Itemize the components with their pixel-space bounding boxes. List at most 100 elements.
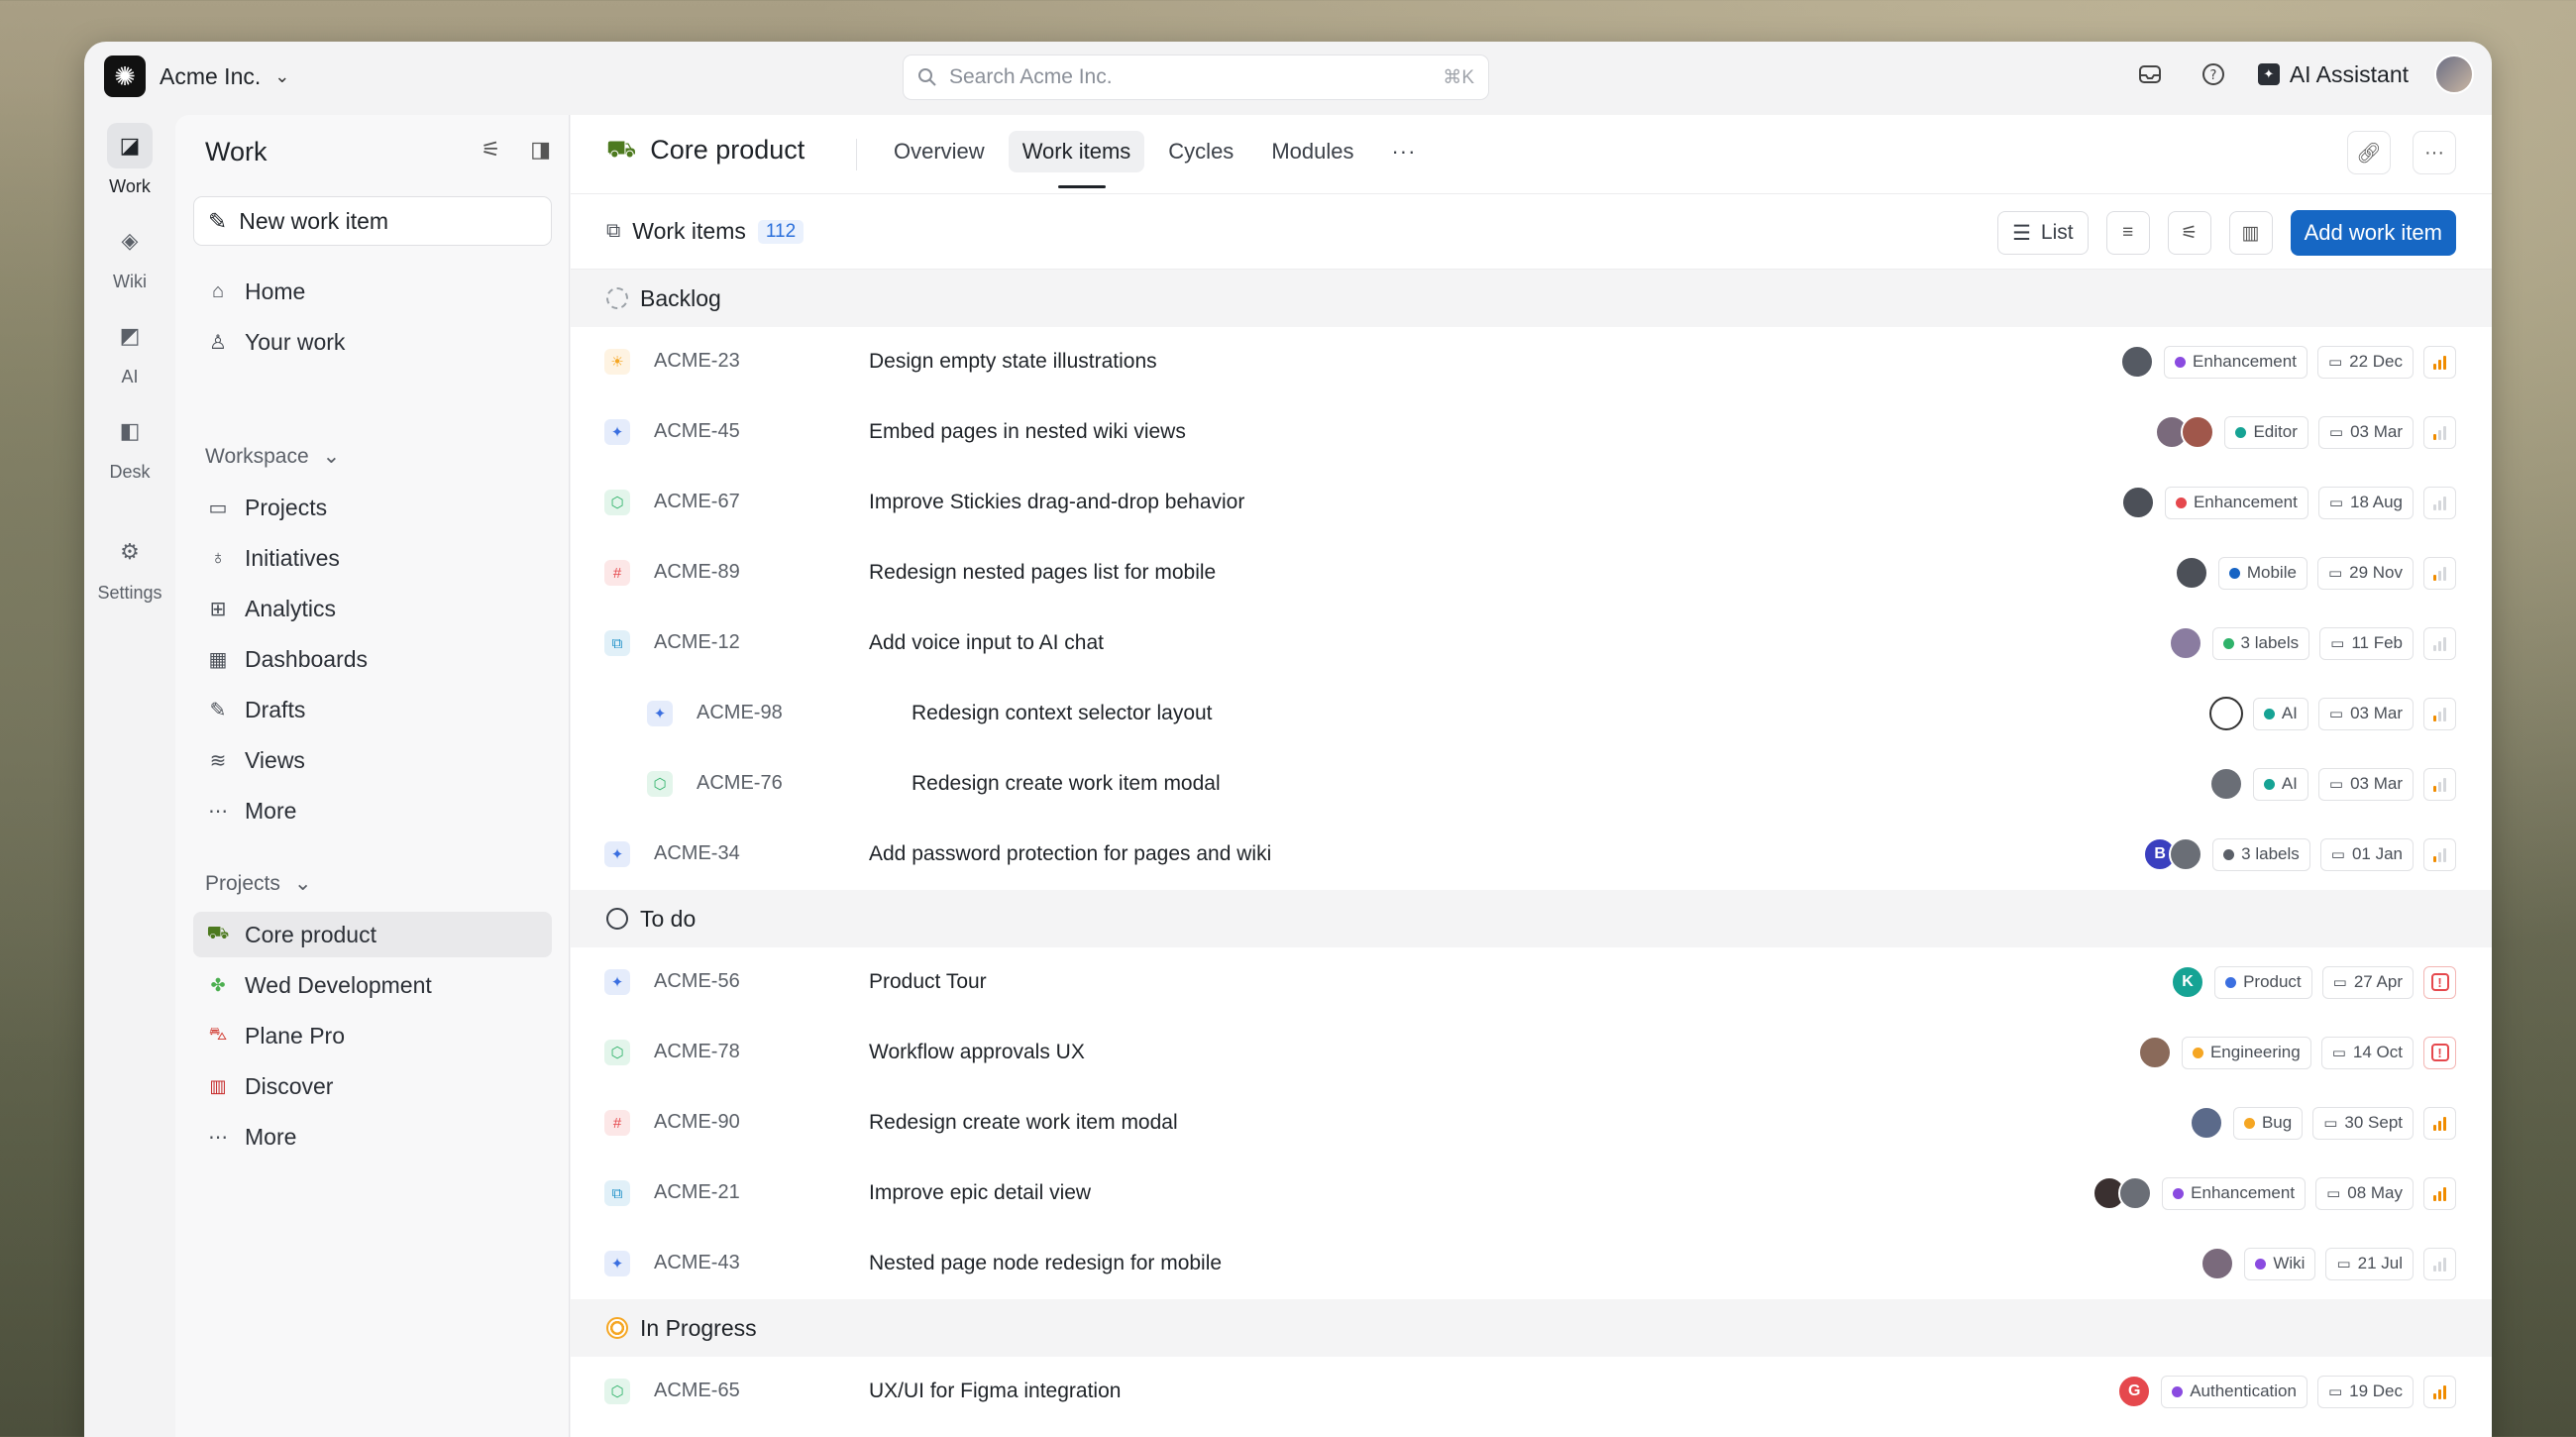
workspace-switcher[interactable]: ✺ Acme Inc. ⌄ [104,55,289,97]
work-item-title[interactable]: Embed pages in nested wiki views [869,420,1186,444]
analytics-icon[interactable]: ▥ [2228,211,2273,255]
group-header[interactable]: Backlog [571,270,2492,327]
work-item-row[interactable]: ⬡ ACME-65 UX/UI for Figma integration G Auth… [571,1357,2492,1427]
sidebar-project-core-product[interactable]: ⛟ Core product [193,912,552,957]
due-date-badge[interactable]: ▭ 21 Jul [2325,1247,2414,1280]
work-item-title[interactable]: Redesign nested pages list for mobile [869,561,1216,585]
priority-low-icon[interactable] [2423,556,2456,590]
sidebar-item-projects[interactable]: ▭ Projects [193,485,552,530]
rail-item-settings[interactable]: ⚙ Settings [84,529,175,604]
priority-low-icon[interactable] [2423,415,2456,449]
priority-low-icon[interactable] [2423,837,2456,871]
assignee-avatars[interactable]: K [2171,965,2205,999]
sidebar-project-plane-pro[interactable]: ⛍ Plane Pro [193,1013,552,1058]
due-date-badge[interactable]: ▭ 27 Apr [2321,965,2414,999]
assignee-avatars[interactable] [2137,1036,2172,1069]
display-options-icon[interactable]: ⚟ [2167,211,2211,255]
priority-high-icon[interactable] [2423,1176,2456,1210]
priority-none-icon[interactable] [2423,486,2456,519]
link-icon[interactable]: 🔗︎ [2347,131,2391,174]
work-item-row[interactable]: ⧉ ACME-12 Add voice input to AI chat 3 labe… [571,608,2492,679]
sidebar-toggle-icon[interactable]: ◨ [530,137,551,163]
priority-high-icon[interactable] [2423,1375,2456,1408]
more-options-icon[interactable]: ··· [2413,131,2456,174]
sidebar-item-dashboards[interactable]: ▦ Dashboards [193,636,552,682]
priority-high-icon[interactable] [2423,345,2456,379]
tab-cycles[interactable]: Cycles [1154,131,1247,172]
due-date-badge[interactable]: ▭ 19 Dec [2316,1375,2414,1408]
sidebar-item-views[interactable]: ≋ Views [193,737,552,783]
work-item-title[interactable]: Redesign context selector layout [912,702,1213,725]
priority-none-icon[interactable] [2423,626,2456,660]
projects-section-toggle[interactable]: Projects ⌄ [205,871,311,896]
assignee-avatars[interactable] [2174,556,2208,590]
work-item-row[interactable]: ⧉ ACME-21 Improve epic detail view Enhancem… [571,1159,2492,1229]
priority-low-icon[interactable] [2423,697,2456,730]
rail-item-ai[interactable]: ◩ AI [84,313,175,387]
work-item-title[interactable]: UX/UI for Figma integration [869,1380,1121,1403]
sidebar-project-discover[interactable]: ▥ Discover [193,1063,552,1109]
assignee-avatars[interactable] [2200,1247,2235,1280]
rail-item-wiki[interactable]: ◈ Wiki [84,218,175,292]
sidebar-item-home[interactable]: ⌂ Home [193,269,552,314]
work-item-row[interactable]: ☀ ACME-23 Design empty state illustrations… [571,327,2492,397]
assignee-avatars[interactable] [2120,486,2155,519]
label-badge[interactable]: Engineering [2181,1036,2311,1069]
inbox-icon[interactable] [2131,55,2169,93]
project-title[interactable]: ⛟ Core product [606,135,805,166]
priority-none-icon[interactable] [2423,1247,2456,1280]
due-date-badge[interactable]: ▭ 18 Aug [2317,486,2414,519]
priority-high-icon[interactable] [2423,1106,2456,1140]
tab-overview[interactable]: Overview [880,131,999,172]
work-item-row[interactable]: # ACME-89 Redesign nested pages list for m… [571,538,2492,608]
priority-low-icon[interactable] [2423,767,2456,801]
label-badge[interactable]: 3 labels [2211,626,2310,660]
assignee-avatars[interactable] [2093,1176,2153,1210]
label-badge[interactable]: Mobile [2217,556,2308,590]
work-item-title[interactable]: Improve epic detail view [869,1181,1091,1205]
due-date-badge[interactable]: ▭ 03 Mar [2317,697,2414,730]
user-avatar[interactable] [2434,55,2474,94]
label-badge[interactable]: Wiki [2244,1247,2316,1280]
label-badge[interactable]: 3 labels [2212,837,2310,871]
work-item-title[interactable]: Redesign create work item modal [912,772,1221,796]
work-item-title[interactable]: Design empty state illustrations [869,350,1157,374]
work-item-row[interactable]: ✦ ACME-34 Add password protection for page… [571,820,2492,890]
work-item-row[interactable]: ✦ ACME-43 Nested page node redesign for mo… [571,1229,2492,1299]
label-badge[interactable]: Enhancement [2162,1176,2307,1210]
assignee-avatars[interactable]: B [2143,837,2203,871]
work-item-title[interactable]: Improve Stickies drag-and-drop behavior [869,491,1244,514]
layout-list-button[interactable]: ☰ List [1997,211,2089,255]
label-badge[interactable]: AI [2252,697,2308,730]
work-item-title[interactable]: Redesign create work item modal [869,1111,1178,1135]
work-item-title[interactable]: Nested page node redesign for mobile [869,1252,1222,1275]
sliders-icon[interactable]: ⚟ [481,137,500,163]
sidebar-project-more[interactable]: ⋯ More [193,1114,552,1160]
label-badge[interactable]: Bug [2232,1106,2304,1140]
help-icon[interactable]: ? [2195,55,2232,93]
sidebar-item-more[interactable]: ⋯ More [193,788,552,833]
work-item-row[interactable]: ✦ ACME-56 Product Tour K Product ▭ 27 Apr! [571,947,2492,1018]
due-date-badge[interactable]: ▭ 03 Mar [2317,415,2414,449]
assignee-avatars[interactable] [2155,415,2215,449]
assignee-avatars[interactable] [2189,1106,2223,1140]
due-date-badge[interactable]: ▭ 11 Feb [2319,626,2414,660]
work-item-title[interactable]: Add voice input to AI chat [869,631,1104,655]
assignee-avatars[interactable] [2168,626,2202,660]
assignee-avatars[interactable] [2208,767,2243,801]
work-item-title[interactable]: Workflow approvals UX [869,1041,1085,1064]
priority-urgent-icon[interactable]: ! [2423,965,2456,999]
tab-modules[interactable]: Modules [1257,131,1367,172]
work-item-row[interactable]: ✦ ACME-45 Embed pages in nested wiki views… [571,397,2492,468]
sidebar-item-analytics[interactable]: ⊞ Analytics [193,586,552,631]
filter-icon[interactable]: ≡ [2105,211,2150,255]
work-item-title[interactable]: Product Tour [869,970,987,994]
label-badge[interactable]: Enhancement [2164,486,2308,519]
due-date-badge[interactable]: ▭ 30 Sept [2312,1106,2414,1140]
group-header[interactable]: To do [571,890,2492,947]
add-work-item-button[interactable]: Add work item [2290,210,2456,256]
new-work-item-button[interactable]: ✎ New work item [193,196,552,246]
sidebar-item-drafts[interactable]: ✎ Drafts [193,687,552,732]
ai-assistant-button[interactable]: ✦ AI Assistant [2257,61,2409,88]
group-header[interactable]: In Progress [571,1299,2492,1357]
